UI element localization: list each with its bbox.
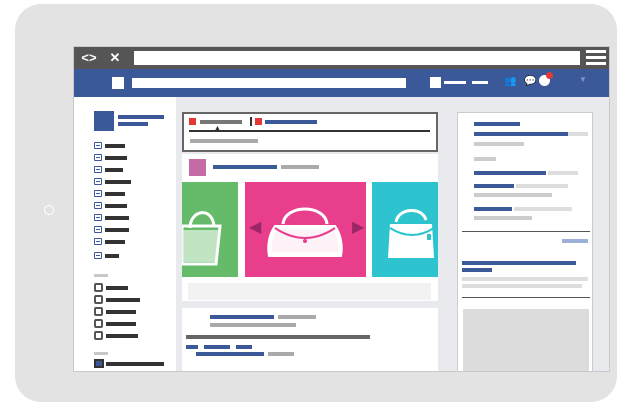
like-link[interactable] xyxy=(186,345,198,349)
group-icon xyxy=(94,307,103,316)
carousel-item[interactable] xyxy=(180,182,238,277)
messages-icon[interactable]: 💬 xyxy=(524,76,536,87)
nav-icon xyxy=(94,202,102,209)
edit-profile-link[interactable] xyxy=(118,122,148,126)
news-feed: ▲ ◀ ▶ xyxy=(176,97,452,371)
nav-icon xyxy=(94,142,102,149)
divider xyxy=(462,297,590,298)
image-carousel: ◀ ▶ xyxy=(180,182,438,277)
profile-name-link[interactable] xyxy=(444,81,466,84)
sponsored-title[interactable] xyxy=(462,261,576,265)
hamburger-menu-icon[interactable] xyxy=(586,50,606,66)
sponsored-text xyxy=(462,277,588,281)
nav-icon xyxy=(94,166,102,173)
ticker-meta xyxy=(474,193,552,197)
composer-divider xyxy=(189,130,430,132)
tablet-frame: <> ✕ 👥 💬 ▼ ▲ ◀ ▶ xyxy=(15,4,617,402)
tab-separator xyxy=(250,117,252,126)
nav-icon xyxy=(94,252,102,259)
status-composer[interactable]: ▲ xyxy=(182,112,438,152)
handbag-icon xyxy=(388,209,435,258)
comment-link[interactable] xyxy=(204,345,230,349)
ticker-panel xyxy=(457,112,593,371)
nav-icon xyxy=(94,226,102,233)
group-icon xyxy=(94,331,103,340)
ticker-meta xyxy=(568,132,588,136)
nav-arrows-icon[interactable]: <> xyxy=(78,49,100,67)
add-photo-tab[interactable] xyxy=(265,120,317,124)
browser-toolbar: <> ✕ xyxy=(74,47,609,69)
ticker-meta xyxy=(514,207,572,211)
ticker-item[interactable] xyxy=(474,132,568,136)
ticker-meta xyxy=(474,216,532,220)
facebook-header: 👥 💬 ▼ xyxy=(74,69,609,97)
ticker-item[interactable] xyxy=(474,122,520,126)
groups-section-header xyxy=(94,274,108,277)
feed-post xyxy=(182,308,438,371)
update-status-icon xyxy=(189,118,196,125)
ticker-item[interactable] xyxy=(474,207,512,211)
apps-section-header xyxy=(94,352,108,355)
likes-summary[interactable] xyxy=(196,352,264,356)
avatar[interactable] xyxy=(189,159,206,176)
nav-icon xyxy=(94,154,102,161)
group-icon xyxy=(94,295,103,304)
add-photo-icon xyxy=(255,118,262,125)
tablet-screen: <> ✕ 👥 💬 ▼ ▲ ◀ ▶ xyxy=(73,46,610,372)
ticker-item[interactable] xyxy=(474,171,546,175)
search-input[interactable] xyxy=(132,78,406,88)
ticker-meta xyxy=(516,184,568,188)
notification-badge xyxy=(546,72,553,79)
ticker-meta xyxy=(474,142,524,146)
divider xyxy=(462,231,590,232)
feed-post: ◀ ▶ xyxy=(180,154,438,301)
group-icon xyxy=(94,319,103,328)
ticker-section-header xyxy=(474,157,496,161)
camera-icon xyxy=(44,205,54,215)
post-timestamp xyxy=(278,315,316,319)
post-author-name[interactable] xyxy=(213,165,277,169)
ad-image[interactable] xyxy=(463,309,589,371)
facebook-logo-icon[interactable] xyxy=(112,77,124,89)
profile-thumbnail[interactable] xyxy=(94,111,114,131)
profile-name[interactable] xyxy=(118,115,164,119)
nav-icon xyxy=(94,214,102,221)
carousel-next-icon[interactable]: ▶ xyxy=(352,220,364,236)
right-column xyxy=(452,97,609,371)
share-link[interactable] xyxy=(236,345,252,349)
sponsored-text xyxy=(462,284,582,288)
post-text xyxy=(186,335,370,339)
carousel-item-active[interactable]: ◀ ▶ xyxy=(245,182,366,277)
group-icon xyxy=(94,283,103,292)
likes-count xyxy=(268,352,294,356)
home-link[interactable] xyxy=(472,81,488,84)
post-timestamp[interactable] xyxy=(281,165,319,169)
nav-icon xyxy=(94,178,102,185)
left-sidebar xyxy=(74,97,176,371)
tab-pointer-icon: ▲ xyxy=(214,125,221,132)
handbag-icon xyxy=(180,211,222,266)
friends-icon[interactable]: 👥 xyxy=(504,76,516,87)
close-tab-icon[interactable]: ✕ xyxy=(105,49,125,67)
profile-avatar[interactable] xyxy=(430,77,441,88)
address-bar[interactable] xyxy=(134,51,580,65)
ticker-meta xyxy=(548,171,578,175)
post-author-name[interactable] xyxy=(210,315,274,319)
app-icon xyxy=(94,359,104,368)
comment-input[interactable] xyxy=(188,283,431,300)
handbag-icon xyxy=(267,207,343,257)
carousel-prev-icon[interactable]: ◀ xyxy=(249,220,261,236)
ticker-item[interactable] xyxy=(474,184,514,188)
nav-icon xyxy=(94,190,102,197)
sponsored-title[interactable] xyxy=(462,268,492,272)
status-input[interactable] xyxy=(190,139,258,143)
update-status-tab[interactable] xyxy=(200,120,242,124)
see-more-link[interactable] xyxy=(562,239,588,243)
settings-caret-icon[interactable]: ▼ xyxy=(579,75,587,84)
post-subtitle xyxy=(210,323,296,327)
nav-icon xyxy=(94,238,102,245)
carousel-item[interactable] xyxy=(372,182,438,277)
